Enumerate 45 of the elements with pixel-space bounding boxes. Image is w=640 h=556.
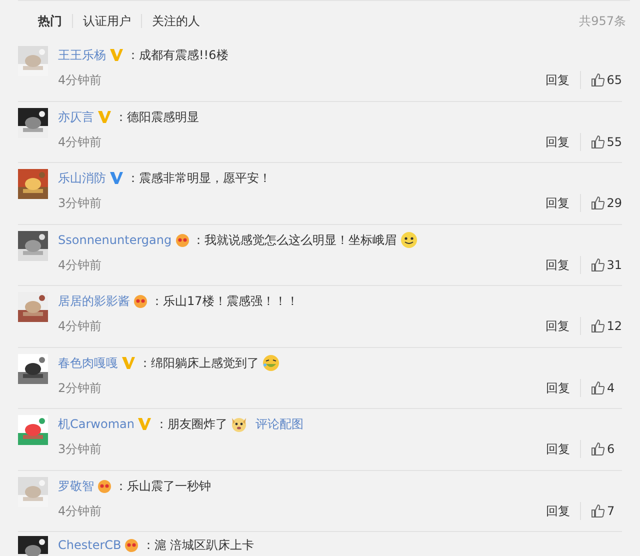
- like-button[interactable]: 12: [580, 317, 622, 335]
- comment-text: ：成都有震感!!6楼: [127, 47, 228, 64]
- comment-text: ：乐山17楼！震感强！！！: [151, 293, 298, 310]
- comment-text: ：震感非常明显，愿平安！: [127, 170, 271, 187]
- comment-text: ：朋友圈炸了: [155, 416, 228, 433]
- thumbs-up-icon: [590, 319, 605, 333]
- timestamp: 3分钟前: [58, 195, 102, 212]
- like-button[interactable]: 55: [580, 132, 622, 150]
- comment-count: 共957条: [579, 12, 627, 30]
- timestamp: 4分钟前: [58, 318, 102, 335]
- reply-button[interactable]: 回复: [536, 132, 580, 150]
- comment-text: ：滬 涪城区趴床上卡: [142, 537, 254, 554]
- thumbs-up-icon: [590, 196, 605, 210]
- reply-button[interactable]: 回复: [536, 378, 580, 396]
- reply-button[interactable]: 回复: [536, 71, 580, 89]
- timestamp: 4分钟前: [58, 502, 102, 520]
- thumbs-up-icon: [590, 134, 605, 148]
- tab[interactable]: 认证用户: [73, 12, 141, 30]
- like-button[interactable]: 31: [580, 256, 622, 274]
- thumbs-up-icon: [590, 73, 605, 87]
- timestamp: 4分钟前: [58, 72, 102, 89]
- comment-text: ：乐山震了一秒钟: [115, 478, 211, 494]
- thumbs-up-icon: [590, 258, 605, 272]
- thumbs-up-icon: [591, 380, 605, 394]
- reply-button[interactable]: 回复: [536, 317, 580, 335]
- comment-text: ：绵阳躺床上感觉到了: [139, 354, 259, 372]
- timestamp: 3分钟前: [58, 441, 102, 458]
- like-button[interactable]: 29: [580, 194, 622, 212]
- like-button[interactable]: 6: [580, 440, 622, 458]
- like-button[interactable]: 4: [580, 378, 622, 396]
- like-button[interactable]: 7: [580, 502, 622, 520]
- like-button[interactable]: 65: [580, 71, 622, 89]
- tab[interactable]: 热门: [28, 12, 72, 30]
- timestamp: 4分钟前: [58, 134, 102, 150]
- timestamp: 2分钟前: [58, 380, 102, 396]
- thumbs-up-icon: [591, 504, 605, 518]
- timestamp: 4分钟前: [58, 256, 102, 274]
- reply-button[interactable]: 回复: [536, 194, 580, 212]
- comment-text: ：我就说感觉怎么这么明显！坐标峨眉: [192, 232, 397, 248]
- tab[interactable]: 关注的人: [142, 12, 210, 30]
- reply-button[interactable]: 回复: [536, 440, 580, 458]
- reply-button[interactable]: 回复: [536, 502, 580, 520]
- reply-button[interactable]: 回复: [536, 256, 580, 274]
- comment-text: ：德阳震感明显: [115, 108, 199, 126]
- thumbs-up-icon: [591, 442, 605, 456]
